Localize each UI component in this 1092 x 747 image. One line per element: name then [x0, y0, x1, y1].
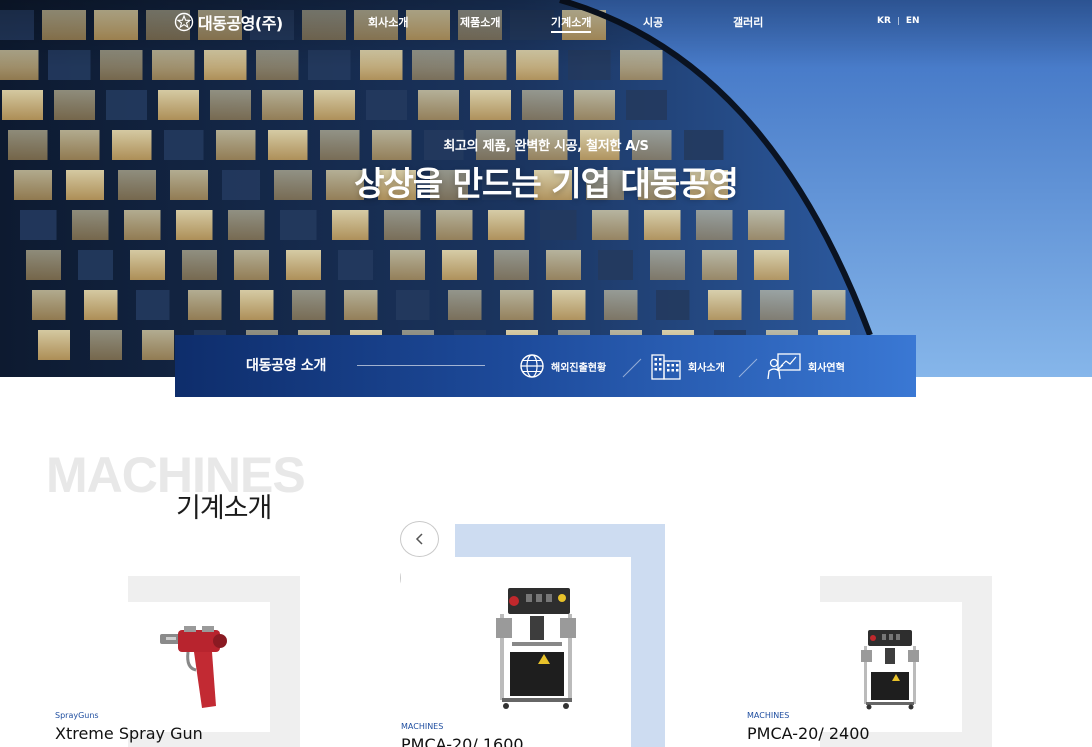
hero-title: 상상을 만드는 기업 대동공영	[354, 164, 739, 203]
link-company-label: 회사소개	[688, 362, 725, 374]
lang-divider	[897, 17, 899, 25]
card-product-name: Xtreme Spray Gun	[55, 724, 203, 743]
card-category: MACHINES	[401, 722, 444, 731]
link-overseas-label: 해외진출현황	[551, 362, 607, 374]
pmca-1600-machine-image	[496, 588, 576, 709]
link-overseas-status[interactable]: 해외진출현황	[519, 351, 606, 381]
chevron-left-icon	[415, 533, 423, 545]
building-icon	[651, 354, 681, 380]
globe-icon	[520, 354, 544, 378]
card-category: SprayGuns	[55, 711, 99, 720]
card-category: MACHINES	[747, 711, 790, 720]
lang-kr[interactable]: KR	[877, 16, 891, 26]
card-product-name: PMCA-20/ 1600	[401, 735, 524, 747]
top-navigation: 대동공영(주) 회사소개 제품소개 기계소개 시공 갤러리 KR EN	[0, 0, 1092, 44]
presentation-icon	[767, 353, 801, 380]
intro-bar-divider	[357, 365, 485, 366]
page: 대동공영(주) 회사소개 제품소개 기계소개 시공 갤러리 KR EN 최고의 …	[0, 0, 1092, 747]
hero-banner: 대동공영(주) 회사소개 제품소개 기계소개 시공 갤러리 KR EN 최고의 …	[0, 0, 1092, 377]
intro-bar-title: 대동공영 소개	[246, 358, 327, 374]
card-product-name: PMCA-20/ 2400	[747, 724, 870, 743]
divider-slash	[622, 358, 642, 378]
link-history-label: 회사연혁	[808, 362, 845, 374]
menu-item-gallery[interactable]: 갤러리	[733, 14, 763, 30]
link-company-history[interactable]: 회사연혁	[766, 351, 845, 381]
main-menu: 회사소개 제품소개 기계소개 시공 갤러리	[0, 14, 1092, 34]
section-title: 기계소개	[176, 493, 272, 524]
lang-en[interactable]: EN	[906, 16, 920, 26]
link-company-intro[interactable]: 회사소개	[650, 351, 725, 381]
carousel-prev-button[interactable]	[400, 521, 439, 557]
menu-item-machines[interactable]: 기계소개	[551, 14, 592, 33]
pmca-2400-machine-image	[861, 630, 919, 710]
menu-item-company[interactable]: 회사소개	[368, 14, 408, 30]
hero-subtitle: 최고의 제품, 완벽한 시공, 철저한 A/S	[443, 139, 649, 154]
spray-gun-image	[160, 626, 227, 708]
menu-item-products[interactable]: 제품소개	[460, 14, 500, 30]
company-intro-bar: 대동공영 소개 해외진출현황 회사소개 회사연혁	[175, 335, 916, 397]
language-switcher: KR EN	[877, 16, 920, 26]
menu-item-construction[interactable]: 시공	[643, 14, 663, 30]
divider-slash	[738, 358, 758, 378]
